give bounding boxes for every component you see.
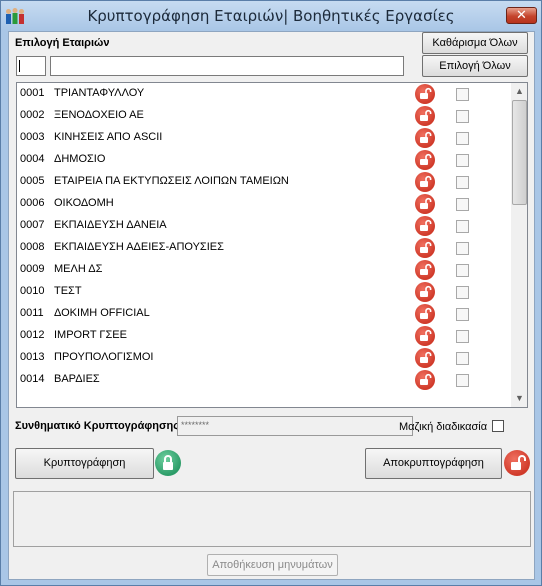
scroll-thumb[interactable] bbox=[512, 100, 527, 205]
lock-closed-icon bbox=[155, 450, 181, 476]
company-code: 0014 bbox=[20, 373, 45, 385]
lock-open-icon bbox=[415, 260, 435, 280]
company-checkbox[interactable] bbox=[456, 286, 469, 299]
company-code: 0013 bbox=[20, 351, 45, 363]
company-name: ΕΤΑΙΡΕΙΑ ΠΑ ΕΚΤΥΠΩΣΕΙΣ ΛΟΙΠΩΝ ΤΑΜΕΙΩΝ bbox=[54, 175, 289, 187]
list-item[interactable]: 0011 ΔΟΚΙΜΗ OFFICIAL bbox=[17, 303, 511, 325]
company-code: 0001 bbox=[20, 87, 45, 99]
company-name: ΚΙΝΗΣΕΙΣ ΑΠΟ ASCII bbox=[54, 131, 163, 143]
company-code: 0002 bbox=[20, 109, 45, 121]
code-filter-input[interactable] bbox=[16, 56, 46, 76]
company-code: 0009 bbox=[20, 263, 45, 275]
lock-open-icon bbox=[415, 194, 435, 214]
company-name: ΤΡΙΑΝΤΑΦΥΛΛΟΥ bbox=[54, 87, 145, 99]
company-name: ΔΗΜΟΣΙΟ bbox=[54, 153, 106, 165]
lock-open-icon bbox=[415, 238, 435, 258]
title-bar[interactable]: Κρυπτογράφηση Εταιριών| Βοηθητικές Εργασ… bbox=[1, 1, 541, 31]
company-name: ΕΚΠΑΙΔΕΥΣΗ ΑΔΕΙΕΣ-ΑΠΟΥΣΙΕΣ bbox=[54, 241, 224, 253]
save-messages-button[interactable]: Αποθήκευση μηνυμάτων bbox=[207, 554, 338, 576]
lock-open-icon bbox=[415, 304, 435, 324]
close-button[interactable]: ✕ bbox=[506, 7, 537, 24]
list-item[interactable]: 0002 ΞΕΝΟΔΟΧΕΙΟ ΑΕ bbox=[17, 105, 511, 127]
lock-open-icon bbox=[415, 84, 435, 104]
company-name: ΕΚΠΑΙΔΕΥΣΗ ΔΑΝΕΙΑ bbox=[54, 219, 167, 231]
company-checkbox[interactable] bbox=[456, 132, 469, 145]
lock-open-icon bbox=[415, 348, 435, 368]
dialog-body: Επιλογή Εταιριών Καθάρισμα Όλων Επιλογή … bbox=[8, 31, 535, 580]
scroll-up-icon[interactable]: ▲ bbox=[511, 83, 527, 100]
company-checkbox[interactable] bbox=[456, 242, 469, 255]
list-item[interactable]: 0012 IMPORT ΓΣΕΕ bbox=[17, 325, 511, 347]
scroll-down-icon[interactable]: ▼ bbox=[511, 390, 527, 407]
lock-open-icon bbox=[415, 326, 435, 346]
list-item[interactable]: 0007 ΕΚΠΑΙΔΕΥΣΗ ΔΑΝΕΙΑ bbox=[17, 215, 511, 237]
company-name: IMPORT ΓΣΕΕ bbox=[54, 329, 127, 341]
lock-open-icon bbox=[415, 172, 435, 192]
lock-open-icon bbox=[415, 150, 435, 170]
lock-open-icon bbox=[415, 106, 435, 126]
company-checkbox[interactable] bbox=[456, 308, 469, 321]
company-code: 0005 bbox=[20, 175, 45, 187]
company-checkbox[interactable] bbox=[456, 220, 469, 233]
company-code: 0010 bbox=[20, 285, 45, 297]
company-code: 0012 bbox=[20, 329, 45, 341]
company-checkbox[interactable] bbox=[456, 176, 469, 189]
mass-process-label: Μαζική διαδικασία bbox=[399, 421, 488, 433]
list-item[interactable]: 0006 ΟΙΚΟΔΟΜΗ bbox=[17, 193, 511, 215]
company-code: 0004 bbox=[20, 153, 45, 165]
select-all-button[interactable]: Επιλογή Όλων bbox=[422, 55, 528, 77]
list-item[interactable]: 0010 ΤΕΣΤ bbox=[17, 281, 511, 303]
mass-process-checkbox[interactable] bbox=[492, 420, 504, 432]
list-item[interactable]: 0008 ΕΚΠΑΙΔΕΥΣΗ ΑΔΕΙΕΣ-ΑΠΟΥΣΙΕΣ bbox=[17, 237, 511, 259]
window-title: Κρυπτογράφηση Εταιριών| Βοηθητικές Εργασ… bbox=[87, 7, 455, 25]
list-item[interactable]: 0003 ΚΙΝΗΣΕΙΣ ΑΠΟ ASCII bbox=[17, 127, 511, 149]
list-item[interactable]: 0009 ΜΕΛΗ ΔΣ bbox=[17, 259, 511, 281]
lock-open-icon bbox=[415, 216, 435, 236]
list-item[interactable]: 0014 ΒΑΡΔΙΕΣ bbox=[17, 369, 511, 391]
company-code: 0011 bbox=[20, 307, 44, 319]
company-code: 0003 bbox=[20, 131, 45, 143]
list-item[interactable]: 0001 ΤΡΙΑΝΤΑΦΥΛΛΟΥ bbox=[17, 83, 511, 105]
company-name: ΟΙΚΟΔΟΜΗ bbox=[54, 197, 114, 209]
company-checkbox[interactable] bbox=[456, 154, 469, 167]
lock-open-icon bbox=[415, 282, 435, 302]
clear-all-button[interactable]: Καθάρισμα Όλων bbox=[422, 32, 528, 54]
lock-open-icon bbox=[415, 370, 435, 390]
company-checkbox[interactable] bbox=[456, 330, 469, 343]
decrypt-button[interactable]: Αποκρυπτογράφηση bbox=[365, 448, 502, 479]
vertical-scrollbar[interactable]: ▲ ▼ bbox=[511, 83, 527, 407]
company-select-label: Επιλογή Εταιριών bbox=[15, 37, 110, 49]
company-checkbox[interactable] bbox=[456, 110, 469, 123]
company-name: ΔΟΚΙΜΗ OFFICIAL bbox=[54, 307, 150, 319]
messages-box[interactable] bbox=[13, 491, 531, 547]
company-checkbox[interactable] bbox=[456, 88, 469, 101]
company-code: 0008 bbox=[20, 241, 45, 253]
company-list[interactable]: 0001 ΤΡΙΑΝΤΑΦΥΛΛΟΥ 0002 ΞΕΝΟΔΟΧΕΙΟ ΑΕ 0003 ΚΙ… bbox=[16, 82, 528, 408]
close-icon[interactable]: ✕ bbox=[516, 8, 527, 23]
list-item[interactable]: 0013 ΠΡΟΥΠΟΛΟΓΙΣΜΟΙ bbox=[17, 347, 511, 369]
encrypt-button[interactable]: Κρυπτογράφηση bbox=[15, 448, 154, 479]
name-filter-input[interactable] bbox=[50, 56, 404, 76]
password-label: Συνθηματικό Κρυπτογράφησης bbox=[15, 420, 179, 432]
company-checkbox[interactable] bbox=[456, 264, 469, 277]
lock-open-icon bbox=[504, 450, 530, 476]
company-name: ΤΕΣΤ bbox=[54, 285, 82, 297]
company-checkbox[interactable] bbox=[456, 352, 469, 365]
password-field[interactable]: ******** bbox=[177, 416, 413, 436]
lock-open-icon bbox=[415, 128, 435, 148]
main-window: Κρυπτογράφηση Εταιριών| Βοηθητικές Εργασ… bbox=[0, 0, 542, 586]
company-code: 0007 bbox=[20, 219, 45, 231]
company-name: ΠΡΟΥΠΟΛΟΓΙΣΜΟΙ bbox=[54, 351, 154, 363]
company-checkbox[interactable] bbox=[456, 374, 469, 387]
list-item[interactable]: 0004 ΔΗΜΟΣΙΟ bbox=[17, 149, 511, 171]
company-checkbox[interactable] bbox=[456, 198, 469, 211]
list-item[interactable]: 0005 ΕΤΑΙΡΕΙΑ ΠΑ ΕΚΤΥΠΩΣΕΙΣ ΛΟΙΠΩΝ ΤΑΜΕΙΩ… bbox=[17, 171, 511, 193]
company-name: ΜΕΛΗ ΔΣ bbox=[54, 263, 103, 275]
text-caret bbox=[19, 60, 20, 72]
company-name: ΒΑΡΔΙΕΣ bbox=[54, 373, 100, 385]
company-code: 0006 bbox=[20, 197, 45, 209]
company-name: ΞΕΝΟΔΟΧΕΙΟ ΑΕ bbox=[54, 109, 144, 121]
